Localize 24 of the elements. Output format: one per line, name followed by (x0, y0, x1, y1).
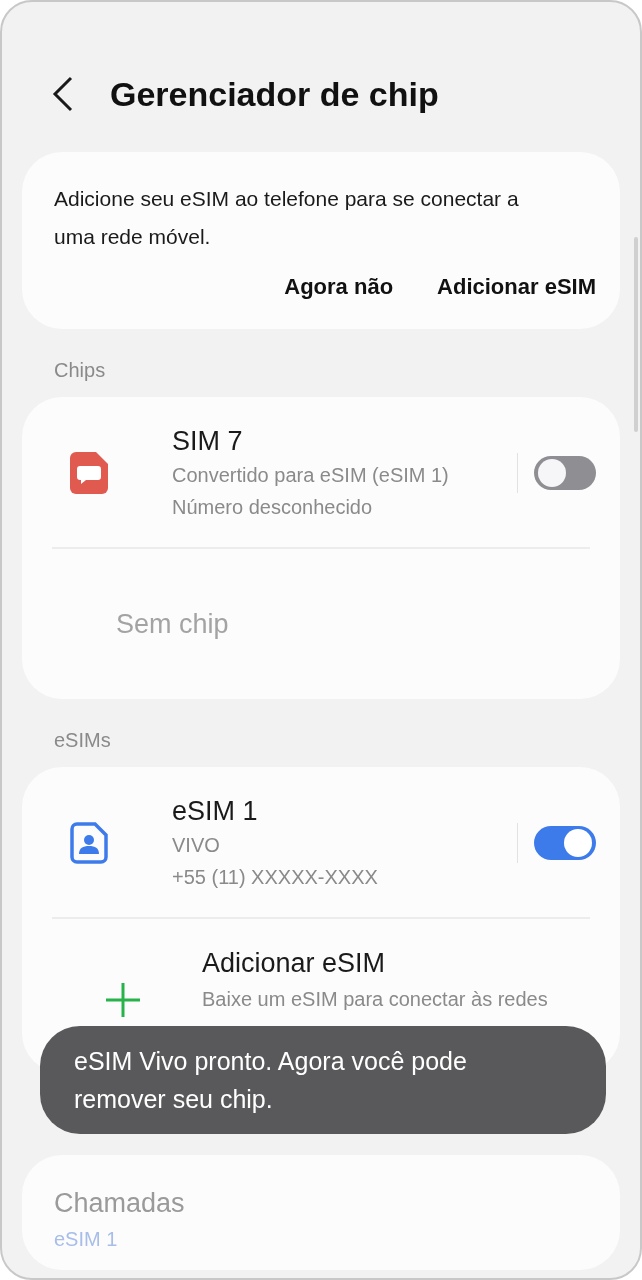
preferred-title: Chamadas (54, 1187, 186, 1220)
empty-slot-label: Sem chip (116, 607, 229, 641)
item-subtitle: VIVO (172, 833, 221, 858)
preferred-value: eSIM 1 (54, 1226, 119, 1252)
text-button[interactable]: Adicionar eSIM (437, 270, 596, 303)
item-title: Adicionar eSIM (202, 947, 387, 980)
text-button[interactable]: Agora não (284, 270, 394, 303)
item-title: SIM 7 (172, 425, 244, 458)
page-title: Gerenciador de chip (110, 73, 439, 115)
plus-icon (106, 983, 140, 1017)
item-subtitle: +55 (11) XXXXX-XXXX (172, 865, 379, 890)
sim-card-icon (70, 452, 108, 494)
prompt-message: Adicione seu eSIM ao telefone para se conectar a uma rede móvel. (54, 186, 520, 250)
toggle-switch[interactable] (534, 456, 596, 490)
item-title: eSIM 1 (172, 795, 259, 828)
section-label: Chips (53, 358, 107, 383)
esim-card-icon (70, 822, 108, 864)
item-subtitle: Número desconhecido (172, 495, 374, 520)
item-subtitle: Convertido para eSIM (eSIM 1) (172, 463, 450, 488)
item-subtitle: Baixe um eSIM para conectar às redes (202, 987, 549, 1012)
toggle-switch[interactable] (534, 826, 596, 860)
section-label: eSIMs (53, 728, 112, 753)
toast-message: eSIM Vivo pronto. Agora você pode remover seu chip. (74, 1046, 468, 1115)
back-icon[interactable] (52, 76, 74, 112)
